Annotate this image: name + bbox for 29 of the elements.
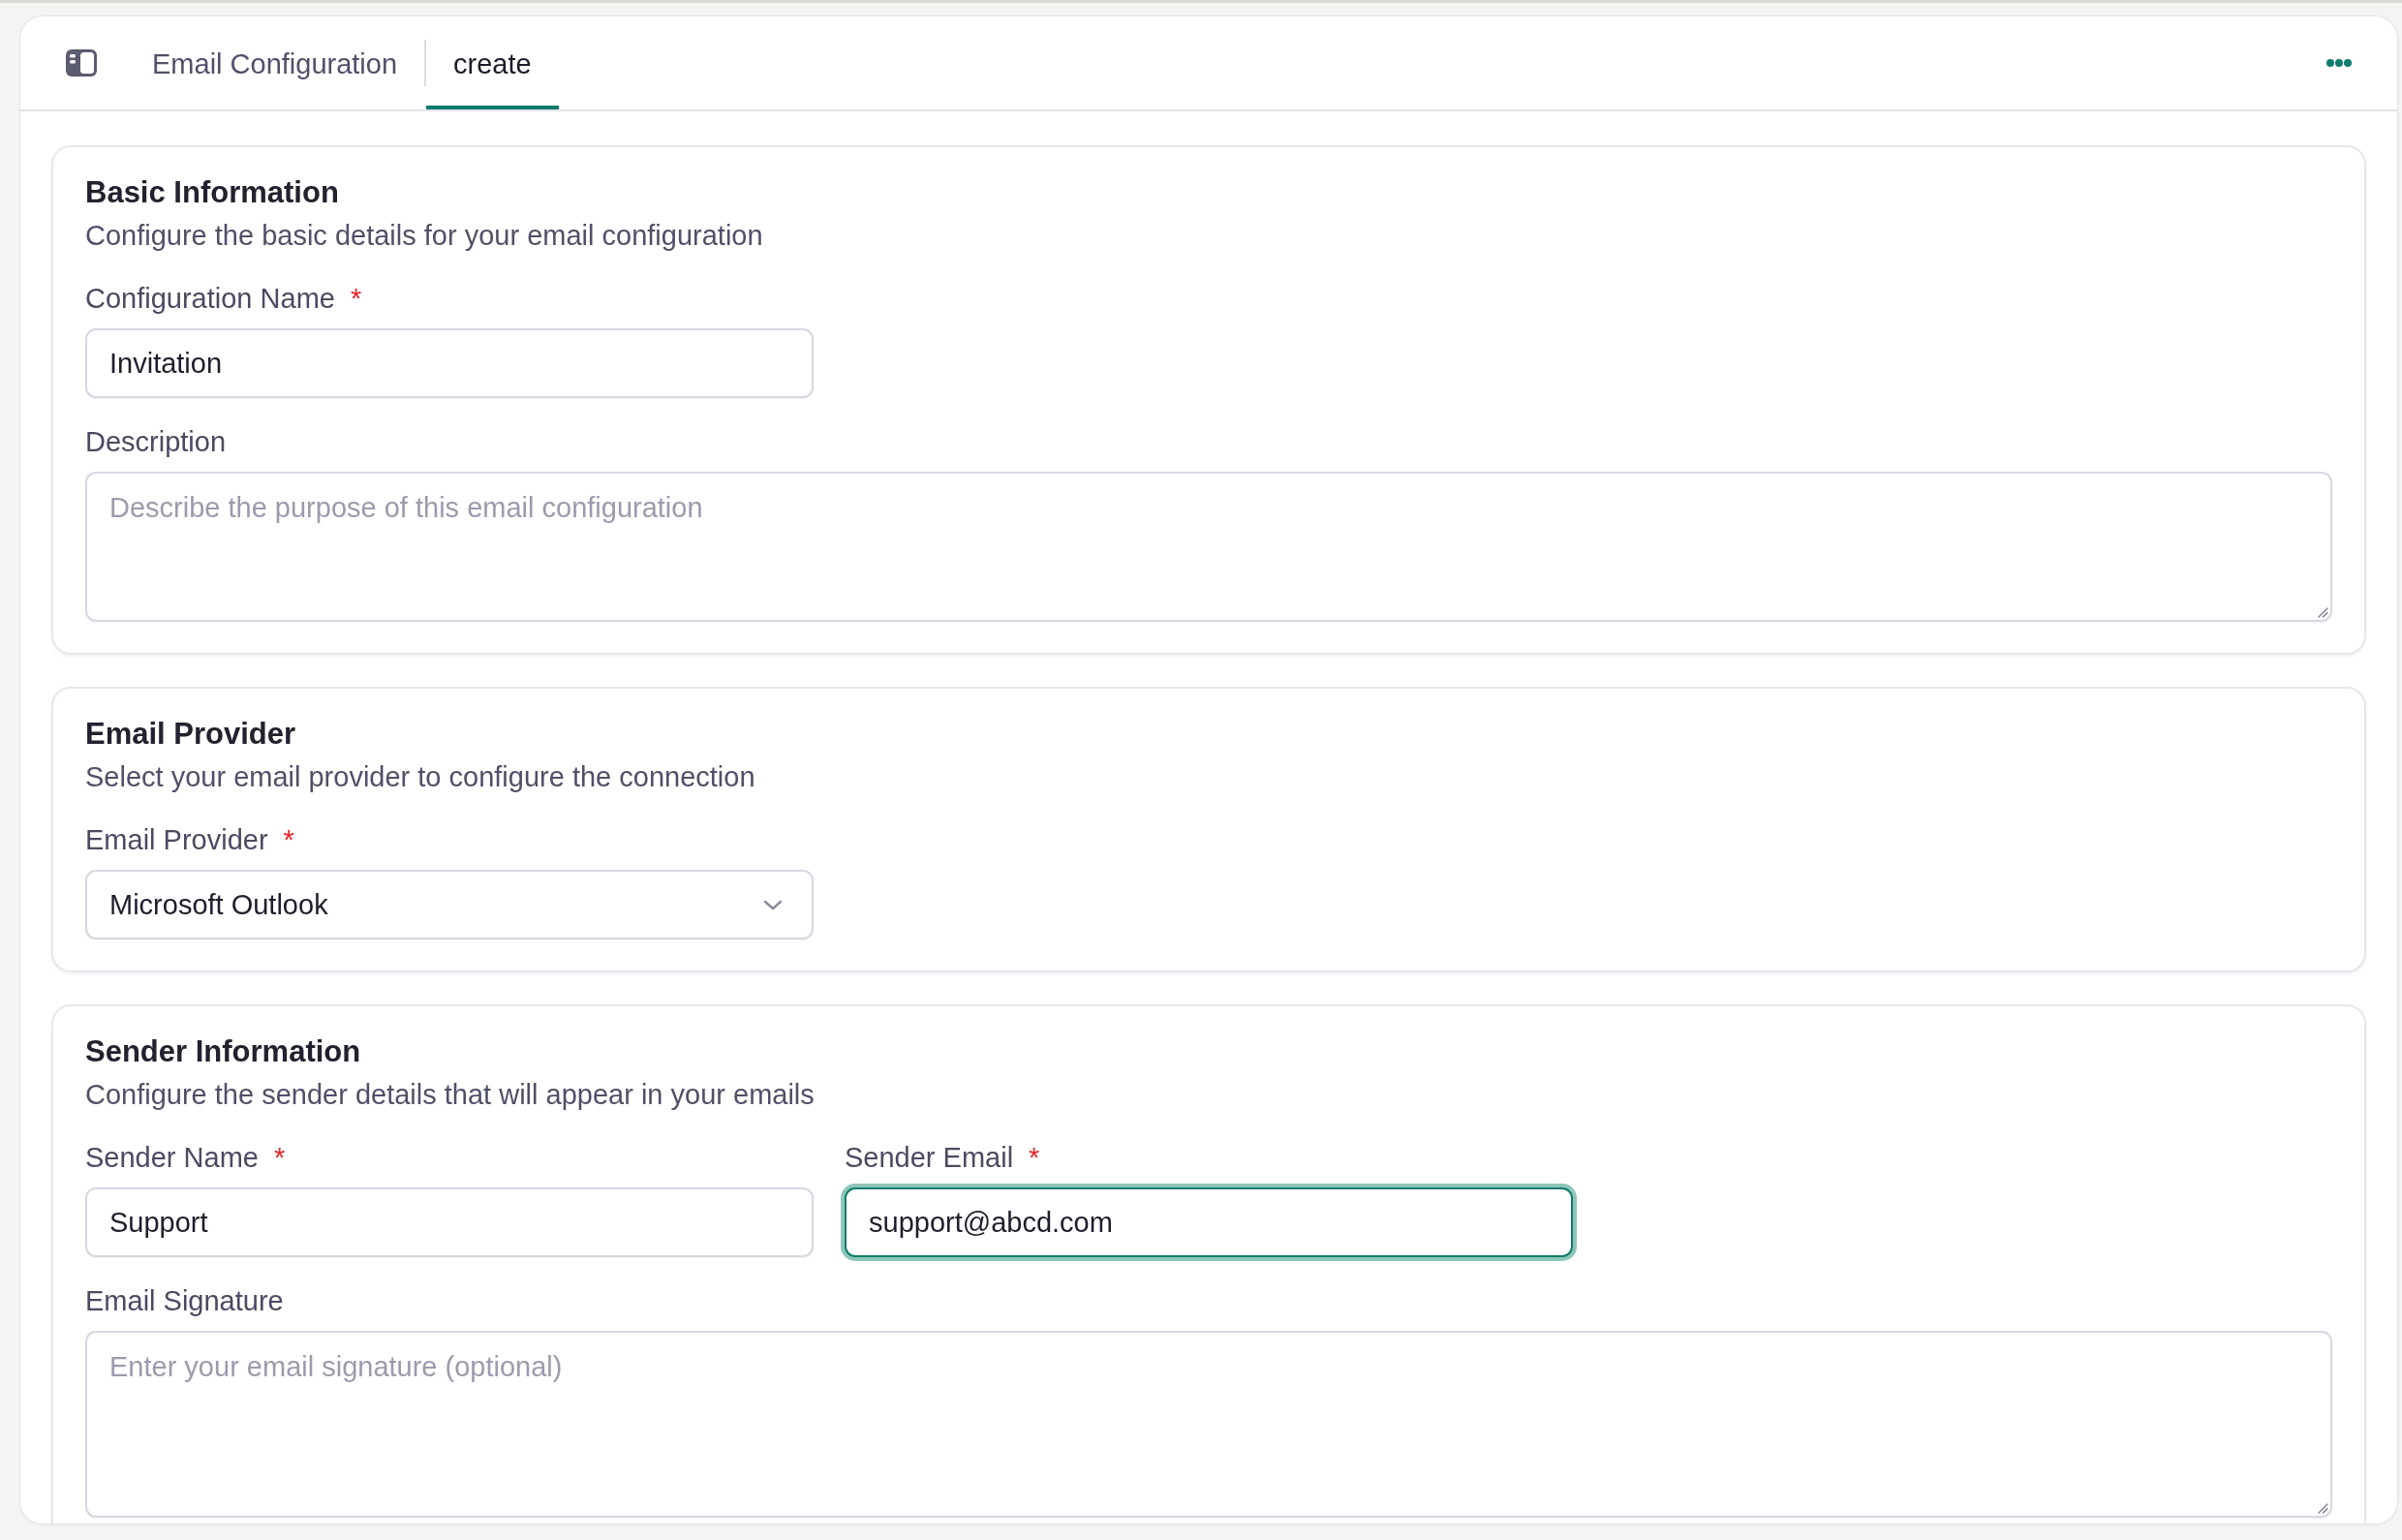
field-label: Configuration Name: [85, 282, 335, 316]
dropdown-field[interactable]: Microsoft Outlook: [85, 870, 814, 939]
required-mark: *: [273, 1141, 286, 1175]
tab[interactable]: create: [426, 16, 559, 109]
required-mark: *: [1029, 1141, 1040, 1175]
resize-handle-icon[interactable]: [2318, 1503, 2328, 1514]
section-title: Sender Information: [85, 1033, 362, 1070]
section-title: Email Provider: [85, 716, 297, 753]
field-label: Sender Email: [845, 1141, 1014, 1175]
required-mark: *: [350, 282, 362, 316]
field-label: Email Signature: [85, 1284, 284, 1318]
section-subtitle: Configure the basic details for your email configuration: [85, 219, 764, 253]
resize-handle-icon[interactable]: [2318, 607, 2328, 618]
text-field[interactable]: support@abcd.com: [845, 1187, 1573, 1257]
required-mark: *: [283, 823, 294, 857]
tab[interactable]: Email Configuration: [125, 16, 425, 109]
field-label: Email Provider: [85, 823, 268, 857]
textarea-field[interactable]: Enter your email signature (optional): [85, 1331, 2332, 1518]
sidebar-icon[interactable]: [66, 49, 97, 77]
more-icon[interactable]: [2326, 59, 2352, 67]
section-subtitle: Select your email provider to configure the connection: [85, 760, 756, 794]
section-title: Basic Information: [85, 174, 340, 211]
text-field[interactable]: Invitation: [85, 328, 814, 398]
section-subtitle: Configure the sender details that will appear in your emails: [85, 1078, 816, 1112]
text-field[interactable]: Support: [85, 1187, 814, 1257]
chevron-down-icon: [763, 899, 783, 910]
textarea-field[interactable]: Describe the purpose of this email configuration: [85, 472, 2332, 622]
field-label: Description: [85, 425, 227, 459]
field-label: Sender Name: [85, 1141, 259, 1175]
